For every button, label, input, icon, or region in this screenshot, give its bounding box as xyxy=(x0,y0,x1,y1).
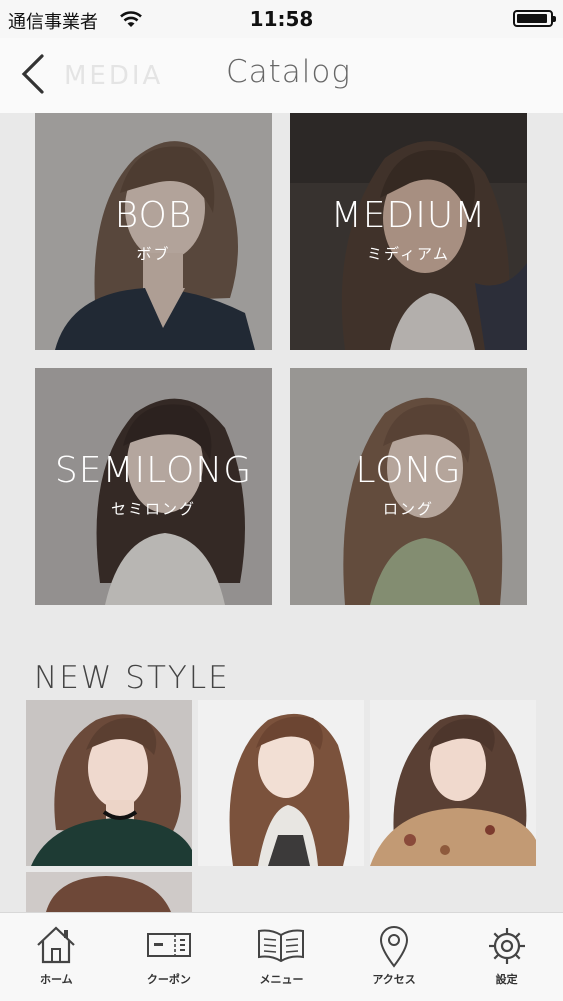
section-title-new-style: NEW STYLE xyxy=(34,660,230,696)
tab-label: ホーム xyxy=(39,973,73,986)
location-pin-icon xyxy=(380,926,409,968)
tab-coupon[interactable]: クーポン xyxy=(113,913,226,1001)
style-photo xyxy=(370,700,536,866)
navigation-bar: MEDIA Catalog xyxy=(0,38,563,113)
page-title: Catalog xyxy=(226,54,351,90)
category-name: BOB xyxy=(114,195,193,236)
svg-text:MEDIA: MEDIA xyxy=(64,61,163,90)
tab-home[interactable]: ホーム xyxy=(0,913,113,1001)
category-tile-bob[interactable]: BOB ボブ xyxy=(35,113,272,350)
category-kana: ミディアム xyxy=(367,245,450,263)
tab-label: メニュー xyxy=(259,973,304,986)
tab-access[interactable]: アクセス xyxy=(338,913,451,1001)
brand-logo: MEDIA xyxy=(64,60,204,97)
category-name: SEMILONG xyxy=(54,450,253,491)
style-thumbnail[interactable] xyxy=(198,700,364,866)
gear-icon xyxy=(488,928,525,964)
clock: 11:58 xyxy=(249,7,314,31)
style-photo xyxy=(198,700,364,866)
tab-label: アクセス xyxy=(372,973,416,986)
status-bar: 通信事業者 11:58 xyxy=(0,0,563,38)
category-kana: ロング xyxy=(382,500,434,518)
style-photo xyxy=(26,872,192,912)
tab-label: 設定 xyxy=(495,973,518,986)
category-name: MEDIUM xyxy=(330,195,487,236)
home-icon xyxy=(37,926,76,964)
battery-icon xyxy=(513,10,556,27)
category-tile-semilong[interactable]: SEMILONG セミロング xyxy=(35,368,272,605)
category-name: LONG xyxy=(355,450,462,491)
style-photo xyxy=(26,700,192,866)
style-thumbnail[interactable] xyxy=(370,700,536,866)
style-thumbnail[interactable] xyxy=(26,872,192,912)
style-thumbnail[interactable] xyxy=(26,700,192,866)
tab-settings[interactable]: 設定 xyxy=(450,913,563,1001)
category-kana: セミロング xyxy=(110,500,196,518)
category-tile-long[interactable]: LONG ロング xyxy=(290,368,527,605)
chevron-left-icon xyxy=(21,54,44,94)
coupon-icon xyxy=(146,933,191,957)
tab-bar: ホーム クーポン メニュー アクセス 設定 xyxy=(0,912,563,1001)
menu-book-icon xyxy=(258,929,305,963)
category-tile-medium[interactable]: MEDIUM ミディアム xyxy=(290,113,527,350)
tab-label: クーポン xyxy=(146,973,191,986)
category-kana: ボブ xyxy=(136,245,171,263)
back-button[interactable] xyxy=(18,52,62,98)
tab-menu[interactable]: メニュー xyxy=(225,913,338,1001)
